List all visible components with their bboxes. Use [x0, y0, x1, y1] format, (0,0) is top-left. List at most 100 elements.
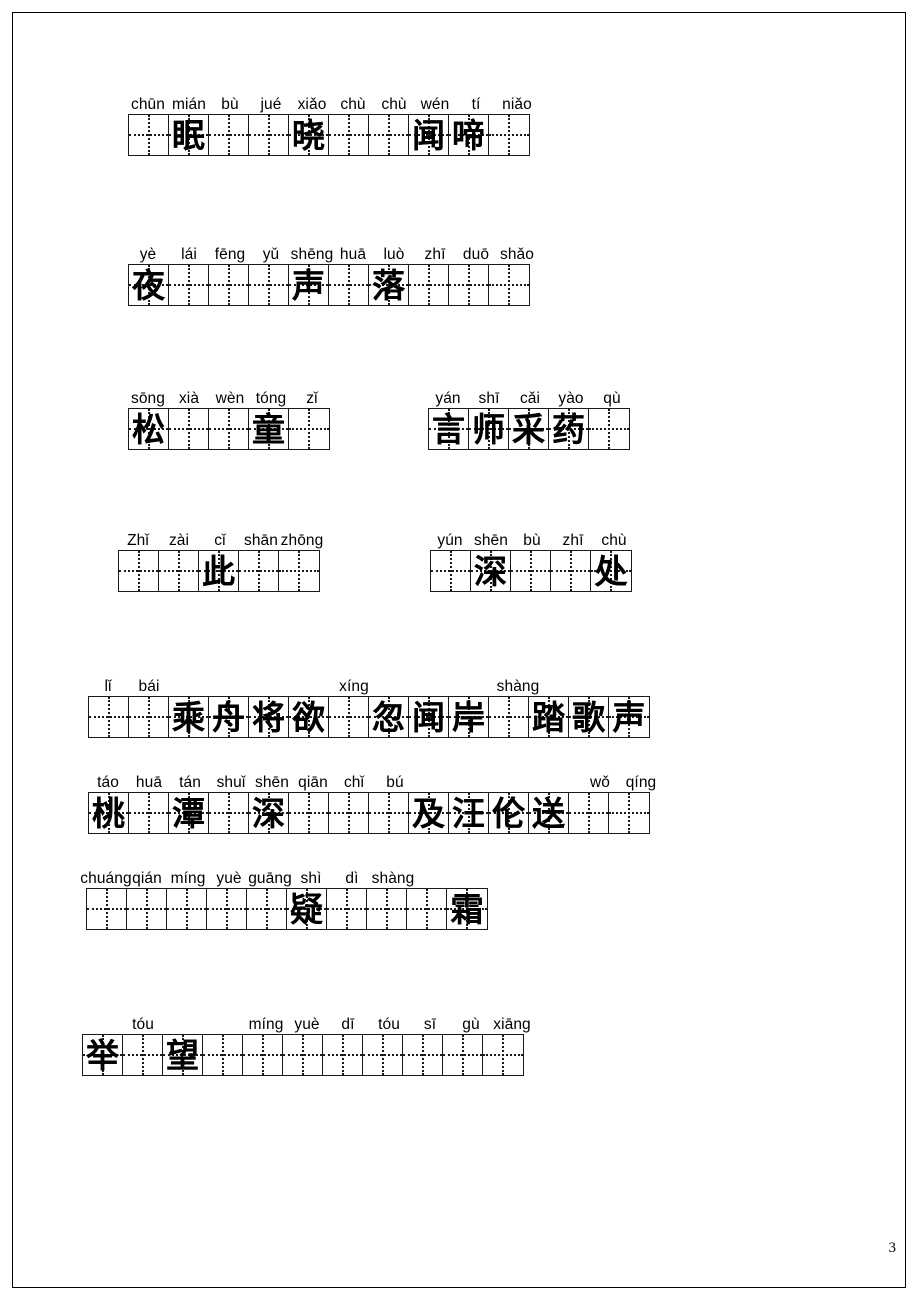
grid-cell-filled[interactable]: 童: [249, 409, 289, 449]
grid-cell-blank[interactable]: [489, 697, 529, 737]
grid-cell-blank[interactable]: [209, 115, 249, 155]
grid-cell-blank[interactable]: [327, 889, 367, 929]
grid-cell-filled[interactable]: 潭: [169, 793, 209, 833]
grid-cell-blank[interactable]: [511, 551, 551, 591]
grid-cell-blank[interactable]: [209, 793, 249, 833]
grid-cell-blank[interactable]: [369, 793, 409, 833]
grid-cell-blank[interactable]: [129, 115, 169, 155]
grid-cell-blank[interactable]: [239, 551, 279, 591]
grid-cell-blank[interactable]: [169, 265, 209, 305]
grid-cell-blank[interactable]: [209, 265, 249, 305]
chinese-character: 深: [252, 793, 285, 833]
grid-cell-filled[interactable]: 桃: [89, 793, 129, 833]
grid-cell-blank[interactable]: [289, 409, 329, 449]
grid-cell-blank[interactable]: [127, 889, 167, 929]
grid-cell-filled[interactable]: 闻: [409, 697, 449, 737]
grid-cell-filled[interactable]: 岸: [449, 697, 489, 737]
grid-cell-blank[interactable]: [403, 1035, 443, 1075]
grid-cell-filled[interactable]: 深: [471, 551, 511, 591]
grid-cell-filled[interactable]: 送: [529, 793, 569, 833]
grid-cell-filled[interactable]: 声: [289, 265, 329, 305]
chinese-character: 岸: [452, 697, 485, 737]
grid-cell-blank[interactable]: [279, 551, 319, 591]
poem-line-zeng-wang-lun-line-2: táo huā tán shuǐ shēn qiān chǐ bú wǒ qíng 桃 潭 深 及汪伦送: [0, 766, 920, 834]
grid-cell-filled[interactable]: 眠: [169, 115, 209, 155]
grid-cell-blank[interactable]: [367, 889, 407, 929]
grid-cell-blank[interactable]: [209, 409, 249, 449]
chinese-character: 落: [372, 265, 405, 305]
grid-cell-filled[interactable]: 晓: [289, 115, 329, 155]
grid-cell-blank[interactable]: [87, 889, 127, 929]
grid-cell-blank[interactable]: [551, 551, 591, 591]
grid-cell-blank[interactable]: [409, 265, 449, 305]
grid-cell-blank[interactable]: [449, 265, 489, 305]
grid-cell-filled[interactable]: 啼: [449, 115, 489, 155]
grid-cell-filled[interactable]: 言: [429, 409, 469, 449]
grid-cell-filled[interactable]: 药: [549, 409, 589, 449]
grid-cell-filled[interactable]: 处: [591, 551, 631, 591]
grid-cell-filled[interactable]: 师: [469, 409, 509, 449]
chinese-character: 采: [512, 409, 545, 449]
pinyin-label: shǎo: [499, 246, 534, 263]
grid-cell-filled[interactable]: 及: [409, 793, 449, 833]
grid-row: 此深处: [0, 550, 920, 592]
grid-cell-blank[interactable]: [443, 1035, 483, 1075]
grid-cell-blank[interactable]: [569, 793, 609, 833]
grid-cell-filled[interactable]: 落: [369, 265, 409, 305]
grid-cell-filled[interactable]: 乘: [169, 697, 209, 737]
grid-cell-blank[interactable]: [169, 409, 209, 449]
grid-cell-blank[interactable]: [589, 409, 629, 449]
grid-cell-blank[interactable]: [369, 115, 409, 155]
grid-row: 疑霜: [0, 888, 920, 930]
grid-cell-filled[interactable]: 伦: [489, 793, 529, 833]
grid-cell-filled[interactable]: 将: [249, 697, 289, 737]
grid-cell-blank[interactable]: [609, 793, 649, 833]
grid-cell-blank[interactable]: [483, 1035, 523, 1075]
grid-row: 松 童 言师采药: [0, 408, 920, 450]
grid-cell-filled[interactable]: 汪: [449, 793, 489, 833]
grid-cell-blank[interactable]: [431, 551, 471, 591]
grid-cell-blank[interactable]: [89, 697, 129, 737]
grid-cell-blank[interactable]: [123, 1035, 163, 1075]
grid-cell-filled[interactable]: 望: [163, 1035, 203, 1075]
grid-cell-filled[interactable]: 深: [249, 793, 289, 833]
grid-cell-filled[interactable]: 闻: [409, 115, 449, 155]
grid-cell-filled[interactable]: 歌: [569, 697, 609, 737]
grid-cell-blank[interactable]: [207, 889, 247, 929]
grid-cell-blank[interactable]: [247, 889, 287, 929]
grid-cell-blank[interactable]: [283, 1035, 323, 1075]
grid-cell-blank[interactable]: [249, 265, 289, 305]
grid-cell-blank[interactable]: [363, 1035, 403, 1075]
grid-cell-blank[interactable]: [129, 697, 169, 737]
grid-cell-filled[interactable]: 此: [199, 551, 239, 591]
grid-cell-blank[interactable]: [489, 265, 529, 305]
pinyin-label: xíng: [339, 678, 369, 695]
grid-cell-blank[interactable]: [407, 889, 447, 929]
grid-cell-filled[interactable]: 松: [129, 409, 169, 449]
grid-cell-filled[interactable]: 霜: [447, 889, 487, 929]
grid-cell-blank[interactable]: [289, 793, 329, 833]
grid-cell-blank[interactable]: [489, 115, 529, 155]
grid-cell-blank[interactable]: [119, 551, 159, 591]
grid-cell-blank[interactable]: [159, 551, 199, 591]
chinese-character: 深: [474, 551, 507, 591]
grid-cell-blank[interactable]: [167, 889, 207, 929]
grid-cell-blank[interactable]: [203, 1035, 243, 1075]
grid-cell-filled[interactable]: 夜: [129, 265, 169, 305]
grid-cell-blank[interactable]: [329, 793, 369, 833]
grid-cell-blank[interactable]: [323, 1035, 363, 1075]
grid-cell-filled[interactable]: 声: [609, 697, 649, 737]
grid-cell-blank[interactable]: [329, 265, 369, 305]
grid-cell-blank[interactable]: [329, 697, 369, 737]
grid-cell-blank[interactable]: [249, 115, 289, 155]
grid-cell-filled[interactable]: 欲: [289, 697, 329, 737]
grid-cell-blank[interactable]: [129, 793, 169, 833]
grid-cell-blank[interactable]: [329, 115, 369, 155]
grid-cell-filled[interactable]: 举: [83, 1035, 123, 1075]
grid-cell-filled[interactable]: 采: [509, 409, 549, 449]
grid-cell-filled[interactable]: 疑: [287, 889, 327, 929]
grid-cell-filled[interactable]: 忽: [369, 697, 409, 737]
grid-cell-blank[interactable]: [243, 1035, 283, 1075]
grid-cell-filled[interactable]: 舟: [209, 697, 249, 737]
grid-cell-filled[interactable]: 踏: [529, 697, 569, 737]
